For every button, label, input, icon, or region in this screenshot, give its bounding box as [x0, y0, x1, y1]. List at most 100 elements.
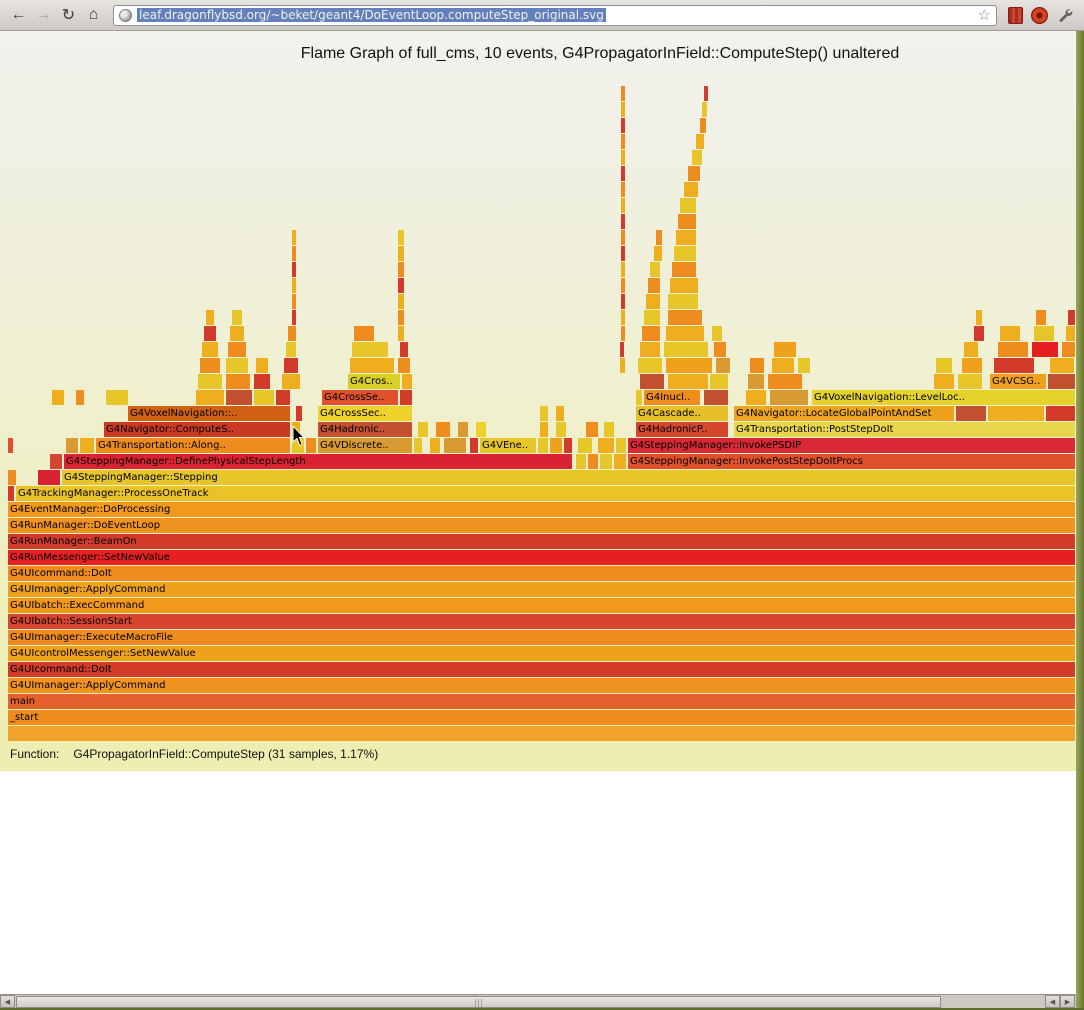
flame-bar[interactable] — [8, 726, 1075, 741]
flame-bar[interactable] — [710, 374, 728, 389]
scrollbar-thumb[interactable] — [16, 996, 941, 1008]
flame-bar[interactable] — [974, 326, 984, 341]
flame-bar[interactable] — [654, 246, 662, 261]
flame-bar[interactable] — [621, 294, 625, 309]
flame-bar[interactable] — [656, 230, 662, 245]
flame-bar[interactable] — [692, 150, 702, 165]
flame-bar[interactable] — [470, 438, 478, 453]
flame-bar[interactable]: G4VDiscrete.. — [318, 438, 412, 453]
flame-bar[interactable] — [564, 438, 572, 453]
flame-bar[interactable] — [772, 358, 794, 373]
flame-bar[interactable] — [666, 358, 712, 373]
flame-bar[interactable]: G4Transportation::Along.. — [96, 438, 290, 453]
url-text[interactable]: leaf.dragonflybsd.org/~beket/geant4/DoEv… — [137, 8, 606, 22]
flame-bar[interactable] — [1050, 358, 1074, 373]
flame-bar[interactable] — [638, 358, 662, 373]
flame-bar[interactable] — [614, 454, 626, 469]
flame-bar[interactable] — [418, 422, 428, 437]
flame-bar[interactable] — [254, 374, 270, 389]
flame-bar[interactable] — [1066, 326, 1075, 341]
flame-bar[interactable] — [400, 342, 408, 357]
flame-bar[interactable] — [292, 278, 296, 293]
flame-bar[interactable] — [354, 326, 374, 341]
flame-bar[interactable] — [202, 342, 218, 357]
flame-bar[interactable] — [398, 294, 404, 309]
flame-bar[interactable] — [1034, 326, 1054, 341]
flame-bar[interactable]: G4SteppingManager::InvokePostStepDoItPro… — [628, 454, 1075, 469]
flame-bar[interactable]: G4Hadronic.. — [318, 422, 412, 437]
flame-bar[interactable] — [556, 406, 564, 421]
flame-bar[interactable] — [586, 422, 598, 437]
flame-bar[interactable] — [414, 438, 422, 453]
flame-bar[interactable] — [550, 438, 562, 453]
flame-bar[interactable] — [621, 134, 625, 149]
forward-button[interactable]: → — [31, 3, 56, 28]
flame-bar[interactable] — [232, 310, 242, 325]
flame-bar[interactable]: G4CrossSec.. — [318, 406, 412, 421]
flame-bar[interactable] — [621, 326, 625, 341]
flame-bar[interactable] — [750, 358, 764, 373]
flame-bar[interactable] — [226, 390, 252, 405]
flame-bar[interactable] — [292, 310, 296, 325]
flame-bar[interactable] — [646, 294, 660, 309]
flame-bar[interactable]: main — [8, 694, 1075, 709]
flame-bar[interactable] — [668, 374, 708, 389]
flame-bar[interactable] — [770, 390, 808, 405]
flame-bar[interactable] — [962, 358, 982, 373]
flame-bar[interactable] — [292, 246, 296, 261]
flame-bar[interactable] — [674, 246, 696, 261]
reload-button[interactable]: ↻ — [56, 3, 81, 28]
scroll-left-button-2[interactable]: ◀ — [1045, 995, 1060, 1008]
flame-bar[interactable] — [748, 374, 764, 389]
flame-bar[interactable] — [998, 342, 1028, 357]
flame-bar[interactable]: G4UImanager::ApplyCommand — [8, 678, 1075, 693]
flame-bar[interactable] — [588, 454, 598, 469]
flame-bar[interactable] — [598, 438, 614, 453]
flame-bar[interactable] — [282, 374, 300, 389]
flame-bar[interactable] — [636, 390, 642, 405]
flame-bar[interactable] — [196, 390, 224, 405]
address-bar[interactable]: leaf.dragonflybsd.org/~beket/geant4/DoEv… — [113, 5, 997, 26]
flame-bar[interactable]: G4VoxelNavigation::.. — [128, 406, 290, 421]
flame-bar[interactable]: G4SteppingManager::DefinePhysicalStepLen… — [64, 454, 572, 469]
flame-bar[interactable] — [621, 310, 625, 325]
flame-bar[interactable] — [976, 310, 982, 325]
scroll-right-button[interactable]: ▶ — [1060, 995, 1075, 1008]
extension-record-icon[interactable] — [1031, 7, 1048, 24]
flame-bar[interactable] — [964, 342, 978, 357]
flame-bar[interactable] — [621, 86, 625, 101]
flame-bar[interactable] — [292, 230, 296, 245]
flame-bar[interactable] — [676, 230, 696, 245]
flame-bar[interactable] — [398, 358, 410, 373]
flame-bar[interactable] — [600, 454, 612, 469]
flame-bar[interactable] — [994, 358, 1034, 373]
flame-bar[interactable]: G4CrossSe.. — [322, 390, 398, 405]
flame-bar[interactable] — [1036, 310, 1046, 325]
flame-bar[interactable] — [621, 246, 625, 261]
flame-bar[interactable] — [621, 262, 625, 277]
flame-bar[interactable]: G4UIcommand::DoIt — [8, 662, 1075, 677]
flame-bar[interactable] — [8, 486, 14, 501]
flame-bar[interactable] — [200, 358, 220, 373]
flame-bar[interactable] — [226, 374, 250, 389]
flame-bar[interactable] — [932, 406, 954, 421]
flame-bar[interactable] — [436, 422, 450, 437]
flame-bar[interactable] — [702, 102, 707, 117]
flame-bar[interactable]: G4Inucl.. — [644, 390, 700, 405]
flame-bar[interactable] — [350, 358, 394, 373]
flame-bar[interactable] — [198, 374, 222, 389]
flame-bar[interactable]: G4UIbatch::ExecCommand — [8, 598, 1075, 613]
horizontal-scrollbar[interactable]: ◀ ◀ ▶ — [0, 994, 1076, 1008]
scroll-left-button[interactable]: ◀ — [0, 995, 15, 1008]
flame-bar[interactable] — [664, 342, 708, 357]
flame-bar[interactable] — [934, 374, 954, 389]
flame-bar[interactable]: G4VoxelNavigation::LevelLoc.. — [812, 390, 1075, 405]
flame-bar[interactable] — [276, 390, 290, 405]
flame-bar[interactable]: G4Navigator::ComputeS.. — [104, 422, 290, 437]
flame-bar[interactable] — [688, 166, 700, 181]
flame-bar[interactable] — [620, 342, 624, 357]
flame-bar[interactable] — [621, 198, 625, 213]
flame-bar[interactable] — [52, 390, 64, 405]
flame-bar[interactable]: G4UIcontrolMessenger::SetNewValue — [8, 646, 1075, 661]
flame-bar[interactable] — [256, 358, 268, 373]
